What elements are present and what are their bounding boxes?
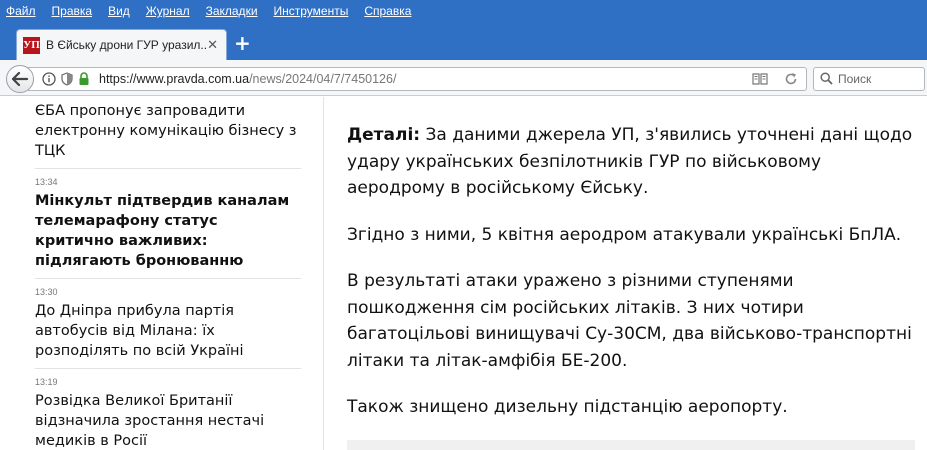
tab-strip: УП В Єйську дрони ГУР уразил... ✕ + [0, 22, 927, 60]
menu-history[interactable]: Журнал [146, 4, 190, 18]
news-time: 13:30 [35, 287, 58, 297]
news-item[interactable]: 13:19 Розвідка Великої Британії відзначи… [35, 377, 301, 450]
browser-tab[interactable]: УП В Єйську дрони ГУР уразил... ✕ [16, 29, 227, 60]
site-favicon-icon: УП [23, 36, 40, 54]
news-title[interactable]: До Дніпра прибула партія автобусів від М… [35, 301, 301, 361]
info-icon[interactable] [42, 72, 56, 86]
back-button[interactable] [6, 65, 34, 93]
news-title[interactable]: Розвідка Великої Британії відзначила зро… [35, 391, 301, 450]
news-title[interactable]: Мінкульт підтвердив каналам телемарафону… [35, 191, 301, 271]
menu-bar: Файл Правка Вид Журнал Закладки Инструме… [0, 0, 927, 22]
search-input[interactable]: Поиск [813, 67, 925, 91]
details-label: Деталі: [347, 125, 421, 145]
news-time: 13:34 [35, 177, 58, 187]
news-item[interactable]: 13:30 До Дніпра прибула партія автобусів… [35, 287, 301, 369]
lock-icon[interactable] [78, 72, 90, 86]
article-paragraph: Також знищено дизельну підстанцію аеропо… [347, 397, 788, 417]
search-icon [820, 70, 833, 89]
news-time: 13:19 [35, 377, 58, 387]
news-feed: ЄБА пропонує запровадити електронну кому… [35, 97, 301, 450]
tab-title: В Єйську дрони ГУР уразил... [46, 38, 206, 52]
news-title[interactable]: ЄБА пропонує запровадити електронну кому… [35, 101, 301, 161]
close-tab-icon[interactable]: ✕ [207, 38, 218, 53]
news-item[interactable]: 13:34 Мінкульт підтвердив каналам телема… [35, 177, 301, 279]
menu-edit[interactable]: Правка [52, 4, 93, 18]
article-paragraph: Згідно з ними, 5 квітня аеродром атакува… [347, 224, 902, 245]
new-tab-icon[interactable]: + [234, 33, 251, 53]
shield-icon[interactable] [61, 72, 73, 86]
reload-icon[interactable] [784, 71, 798, 91]
url-text: https://www.pravda.com.ua/news/2024/04/7… [99, 72, 397, 86]
navigation-bar: https://www.pravda.com.ua/news/2024/04/7… [0, 60, 927, 96]
page-content: ЄБА пропонує запровадити електронну кому… [0, 97, 927, 450]
menu-file[interactable]: Файл [6, 4, 36, 18]
menu-view[interactable]: Вид [108, 4, 130, 18]
embedded-media-placeholder [347, 440, 915, 450]
menu-help[interactable]: Справка [364, 4, 411, 18]
column-divider [323, 97, 324, 450]
address-bar[interactable]: https://www.pravda.com.ua/news/2024/04/7… [28, 67, 807, 91]
arrow-left-icon [12, 72, 28, 86]
reader-view-icon[interactable] [752, 71, 768, 91]
menu-tools[interactable]: Инструменты [274, 4, 349, 18]
menu-bookmarks[interactable]: Закладки [206, 4, 258, 18]
article-paragraph: В результаті атаки уражено з різними сту… [347, 271, 912, 371]
article-body: Деталі: За даними джерела УП, з'явились … [347, 122, 922, 441]
news-item[interactable]: ЄБА пропонує запровадити електронну кому… [35, 97, 301, 169]
search-placeholder: Поиск [838, 72, 872, 86]
article-paragraph: Деталі: За даними джерела УП, з'явились … [347, 125, 913, 198]
